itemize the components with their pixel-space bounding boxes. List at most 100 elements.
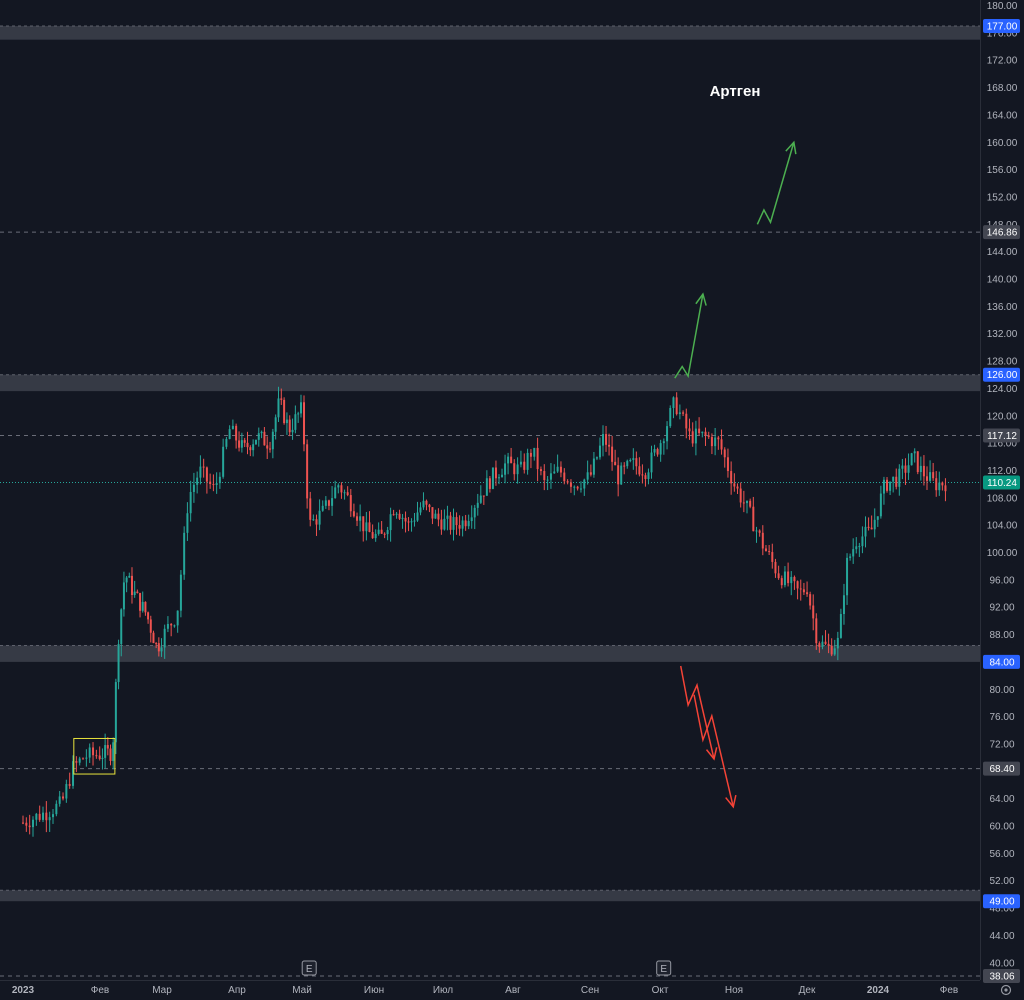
candle-body — [623, 465, 626, 467]
candle-body — [710, 437, 713, 447]
time-tick-label: Дек — [799, 985, 816, 996]
candle-body — [755, 530, 758, 532]
price-tick-label: 156.00 — [987, 165, 1018, 176]
price-axis[interactable]: 40.0044.0048.0052.0056.0060.0064.0068.00… — [980, 0, 1024, 1000]
candle-body — [155, 643, 158, 645]
candle-body — [901, 465, 904, 469]
candle-body — [861, 536, 864, 547]
candle-body — [235, 425, 238, 441]
candle-body — [114, 682, 117, 743]
candle-body — [212, 484, 215, 486]
candle-body — [346, 492, 349, 496]
candle-body — [340, 485, 343, 493]
candle-body — [812, 605, 815, 619]
price-tick-label: 40.00 — [989, 958, 1014, 969]
candle-body — [809, 594, 812, 606]
candle-body — [566, 481, 569, 483]
candle-body — [592, 458, 595, 475]
candle-body — [576, 486, 579, 489]
candle-body — [428, 504, 431, 508]
candle-body — [166, 623, 169, 629]
candle-body — [160, 647, 163, 652]
candle-body — [288, 419, 291, 433]
candle-body — [694, 428, 697, 444]
candle-body — [641, 474, 644, 476]
candle-body — [183, 532, 186, 575]
candle-body — [202, 466, 205, 468]
candle-body — [717, 437, 720, 440]
candle-body — [473, 507, 476, 518]
candle-body — [215, 483, 218, 485]
time-tick-label: Ноя — [725, 985, 743, 996]
candle-body — [243, 440, 246, 443]
candle-body — [371, 532, 374, 539]
time-tick-label: Мар — [152, 985, 172, 996]
candle-body — [343, 492, 346, 494]
candle-body — [793, 576, 796, 582]
candle-body — [88, 747, 91, 758]
candle-body — [602, 434, 605, 446]
candle-body — [629, 459, 632, 461]
candle-body — [300, 402, 302, 414]
candle-body — [152, 632, 155, 644]
price-tick-label: 108.00 — [987, 493, 1018, 504]
candle-body — [260, 431, 263, 434]
candle-body — [144, 601, 147, 613]
candle-body — [907, 465, 910, 473]
price-tag-label: 49.00 — [989, 897, 1014, 908]
candle-body — [935, 478, 938, 491]
candle-body — [309, 498, 312, 520]
candle-body — [549, 473, 552, 480]
candle-body — [595, 457, 598, 459]
candle-body — [109, 748, 112, 761]
candle-body — [746, 500, 749, 504]
candle-body — [106, 745, 109, 749]
chart-title: Артген — [710, 83, 761, 100]
candle-body — [231, 425, 234, 430]
candle-body — [389, 514, 392, 531]
price-chart[interactable]: EE Артген 40.0044.0048.0052.0056.0060.00… — [0, 0, 1024, 1000]
candle-body — [246, 442, 249, 448]
candle-body — [938, 482, 941, 491]
candle-body — [380, 529, 383, 534]
candle-body — [586, 472, 589, 480]
candle-body — [482, 495, 485, 497]
candle-body — [536, 447, 539, 470]
candle-body — [401, 517, 404, 519]
candle-body — [324, 500, 327, 506]
candle-body — [553, 471, 556, 474]
candle-body — [638, 466, 641, 475]
candle-body — [726, 457, 729, 472]
candle-body — [886, 479, 889, 491]
candle-body — [98, 755, 101, 759]
candle-body — [368, 522, 371, 533]
candle-body — [761, 532, 764, 549]
candle-body — [855, 546, 858, 550]
time-tick-label: Фев — [91, 985, 109, 996]
candle-body — [546, 479, 549, 481]
candle-body — [529, 452, 532, 457]
price-tick-label: 128.00 — [987, 357, 1018, 368]
candle-body — [777, 573, 780, 579]
price-tick-label: 92.00 — [989, 603, 1014, 614]
price-tick-label: 44.00 — [989, 931, 1014, 942]
candle-body — [25, 822, 28, 826]
candle-body — [543, 471, 546, 481]
earnings-marker-label: E — [660, 964, 667, 975]
candle-body — [133, 591, 136, 596]
candle-body — [904, 465, 907, 473]
time-tick-label: Апр — [228, 985, 246, 996]
candle-body — [356, 516, 359, 521]
candle-body — [787, 571, 790, 584]
candle-body — [922, 465, 925, 477]
candle-body — [467, 521, 470, 527]
candle-body — [209, 481, 212, 485]
candle-body — [437, 513, 440, 520]
time-axis[interactable]: 2023 Фев Мар Апр Май Июн Июл Авг Сен Окт Ноя Дек 202… — [0, 980, 980, 1000]
time-tick-label: Сен — [581, 985, 599, 996]
candle-body — [294, 414, 297, 430]
candle-body — [882, 479, 885, 494]
candle-body — [491, 467, 494, 489]
candle-body — [733, 483, 736, 487]
price-zone — [0, 890, 980, 902]
